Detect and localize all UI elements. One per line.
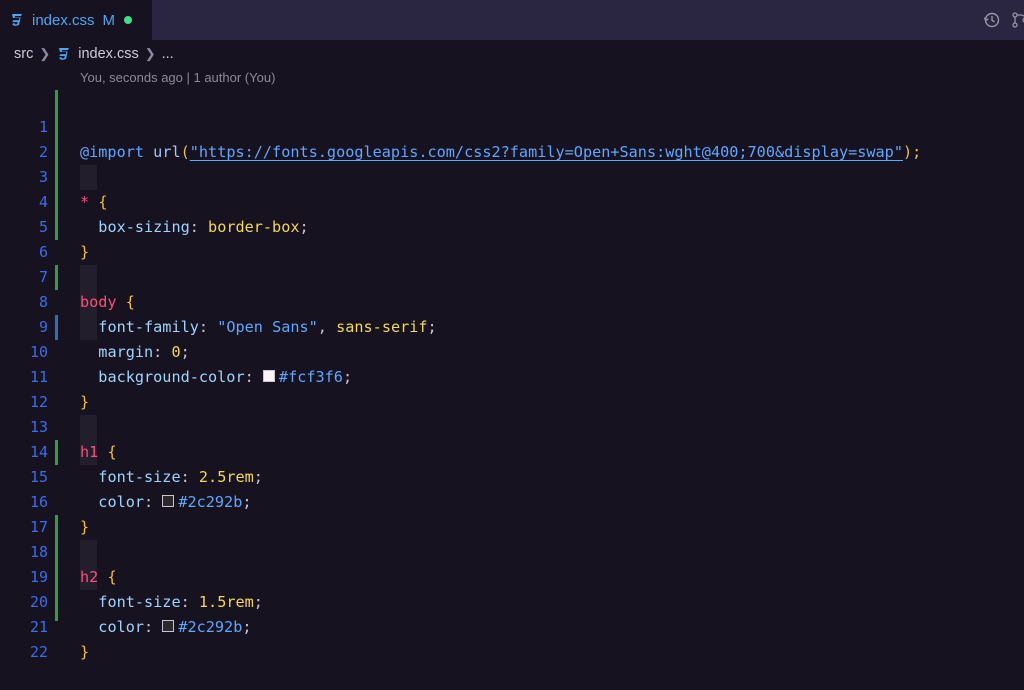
code-line: 14 font-size: 2.5rem; — [0, 415, 1024, 486]
code-line: 20 color: #2c292b; — [0, 565, 1024, 636]
code-editor[interactable]: 1 @import url("https://fonts.googleapis.… — [0, 90, 1024, 661]
chevron-right-icon: ❯ — [39, 46, 51, 61]
code-line: 4 box-sizing: border-box; — [0, 165, 1024, 236]
code-line: 19 font-size: 1.5rem; — [0, 540, 1024, 611]
source-control-icon[interactable] — [1010, 10, 1024, 30]
code-line: 10 background-color: #fcf3f6; — [0, 315, 1024, 386]
breadcrumb: src ❯ index.css ❯ ... — [14, 43, 174, 65]
code-line: 13 h1 { — [0, 390, 1024, 461]
code-line: 9 margin: 0; — [0, 290, 1024, 361]
code-line: 1 @import url("https://fonts.googleapis.… — [0, 90, 1024, 161]
brace: } — [80, 643, 90, 661]
breadcrumb-folder[interactable]: src — [14, 46, 33, 62]
code-line: 3 * { — [0, 140, 1024, 211]
code-line: 15 color: #2c292b; — [0, 440, 1024, 511]
line-number: 22 — [29, 643, 48, 661]
modified-status: M — [102, 11, 116, 29]
code-line: 6 — [0, 215, 1024, 261]
chevron-right-icon: ❯ — [144, 46, 156, 61]
css-file-icon — [56, 47, 71, 62]
code-line: 2 — [0, 115, 1024, 161]
code-line: 12 — [0, 365, 1024, 411]
unsaved-dot-icon — [124, 16, 133, 24]
code-line: 16 } — [0, 465, 1024, 536]
code-line: 22 — [0, 615, 1024, 661]
code-line: 18 h2 { — [0, 515, 1024, 586]
breadcrumb-file[interactable]: index.css — [78, 46, 138, 62]
code-line: 8 font-family: "Open Sans", sans-serif; — [0, 265, 1024, 336]
code-line: 7 body { — [0, 240, 1024, 311]
tab-bar: index.css M — [0, 0, 1024, 40]
history-icon[interactable] — [982, 10, 1002, 30]
code-line: 21 } — [0, 590, 1024, 661]
breadcrumb-symbols[interactable]: ... — [162, 46, 174, 62]
css-file-icon — [9, 13, 24, 28]
code-line: 5 } — [0, 190, 1024, 261]
tab-title: index.css — [32, 11, 95, 29]
code-line: 17 — [0, 490, 1024, 536]
code-line: 11 } — [0, 340, 1024, 411]
git-blame-lens[interactable]: You, seconds ago | 1 author (You) — [80, 70, 275, 85]
tab-index-css[interactable]: index.css M — [0, 0, 152, 40]
